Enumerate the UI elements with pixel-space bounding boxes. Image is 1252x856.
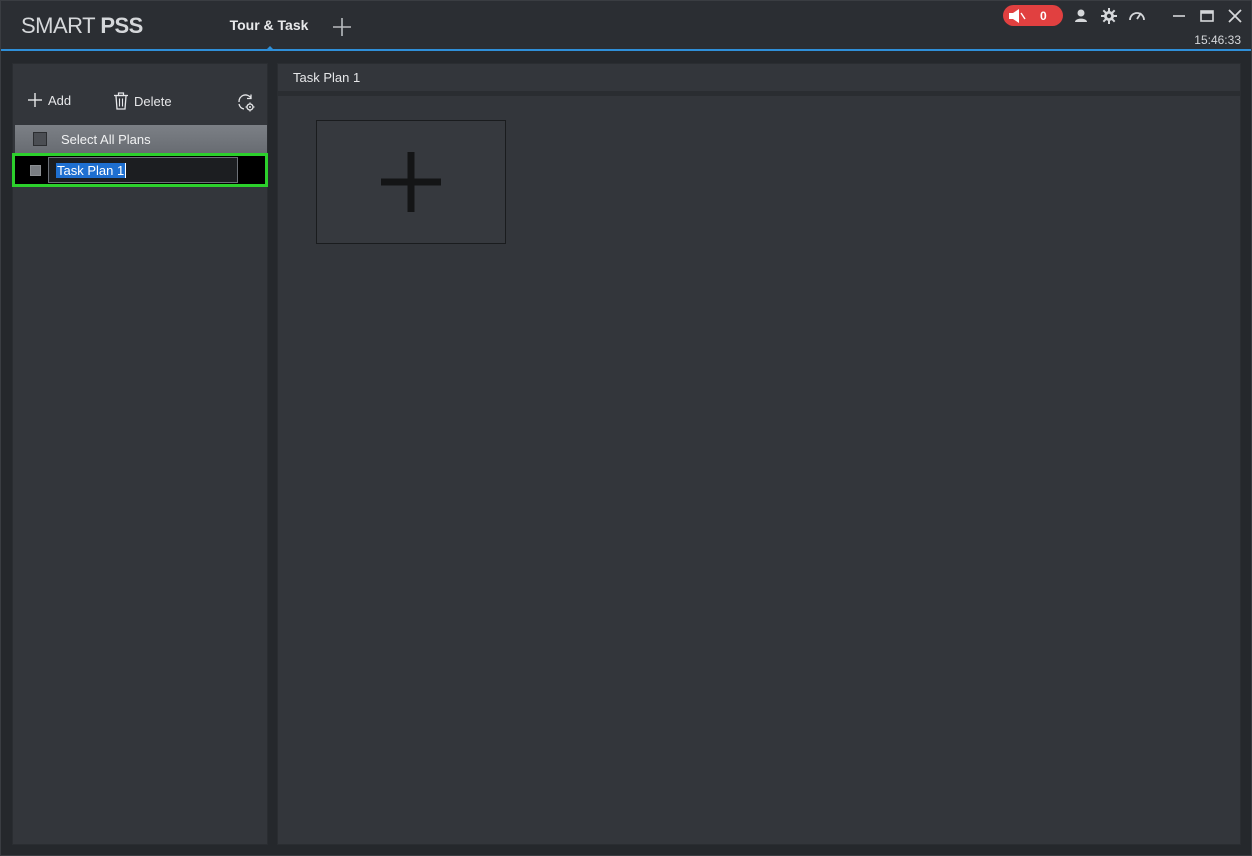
task-plan-detail-panel: Task Plan 1 xyxy=(277,63,1241,845)
select-all-label: Select All Plans xyxy=(61,131,151,147)
plan-toolbar: Add Delete xyxy=(13,64,267,124)
speaker-mute-icon xyxy=(1009,8,1026,23)
minimize-icon[interactable] xyxy=(1170,7,1188,25)
add-plan-button[interactable]: Add xyxy=(27,92,71,108)
app-window: SMART PSS Tour & Task 0 15:46:33 Add Del… xyxy=(0,0,1252,856)
active-tab-indicator xyxy=(266,46,274,50)
speedometer-icon[interactable] xyxy=(1128,7,1146,25)
plan-name-input[interactable]: Task Plan 1 xyxy=(48,157,238,183)
add-task-button[interactable] xyxy=(316,120,506,244)
gear-icon[interactable] xyxy=(1100,7,1118,25)
plus-icon xyxy=(28,93,42,107)
plan-title-bar: Task Plan 1 xyxy=(278,64,1240,96)
tab-tour-and-task[interactable]: Tour & Task xyxy=(223,1,315,50)
logo-text-light: SMART xyxy=(21,13,101,38)
refresh-settings-icon xyxy=(238,94,255,112)
plus-icon xyxy=(381,152,441,212)
clock: 15:46:33 xyxy=(1194,33,1241,47)
select-all-checkbox[interactable] xyxy=(33,132,47,146)
plus-icon xyxy=(333,18,351,36)
delete-plan-button[interactable]: Delete xyxy=(113,92,172,110)
delete-plan-label: Delete xyxy=(134,93,172,109)
maximize-icon[interactable] xyxy=(1198,7,1216,25)
refresh-settings-button[interactable] xyxy=(236,93,261,113)
top-bar: SMART PSS Tour & Task 0 15:46:33 xyxy=(1,1,1251,51)
alarm-count: 0 xyxy=(1040,8,1047,23)
alarm-button[interactable]: 0 xyxy=(1003,5,1063,26)
plan-name-text: Task Plan 1 xyxy=(56,162,126,178)
logo-text-bold: PSS xyxy=(100,13,143,38)
add-plan-label: Add xyxy=(48,92,72,108)
text-cursor xyxy=(125,162,127,178)
list-item[interactable]: Task Plan 1 xyxy=(12,153,268,187)
task-plan-list-panel: Add Delete Select All Plans Task Plan 1 xyxy=(12,63,268,845)
user-icon[interactable] xyxy=(1072,7,1090,25)
close-icon[interactable] xyxy=(1226,7,1244,25)
tab-label: Tour & Task xyxy=(229,17,309,33)
select-all-plans-row[interactable]: Select All Plans xyxy=(15,125,267,153)
add-tab-button[interactable] xyxy=(331,16,353,38)
plan-title: Task Plan 1 xyxy=(293,70,361,85)
app-logo: SMART PSS xyxy=(21,13,143,39)
plan-checkbox[interactable] xyxy=(30,164,41,176)
trash-icon xyxy=(114,92,128,110)
